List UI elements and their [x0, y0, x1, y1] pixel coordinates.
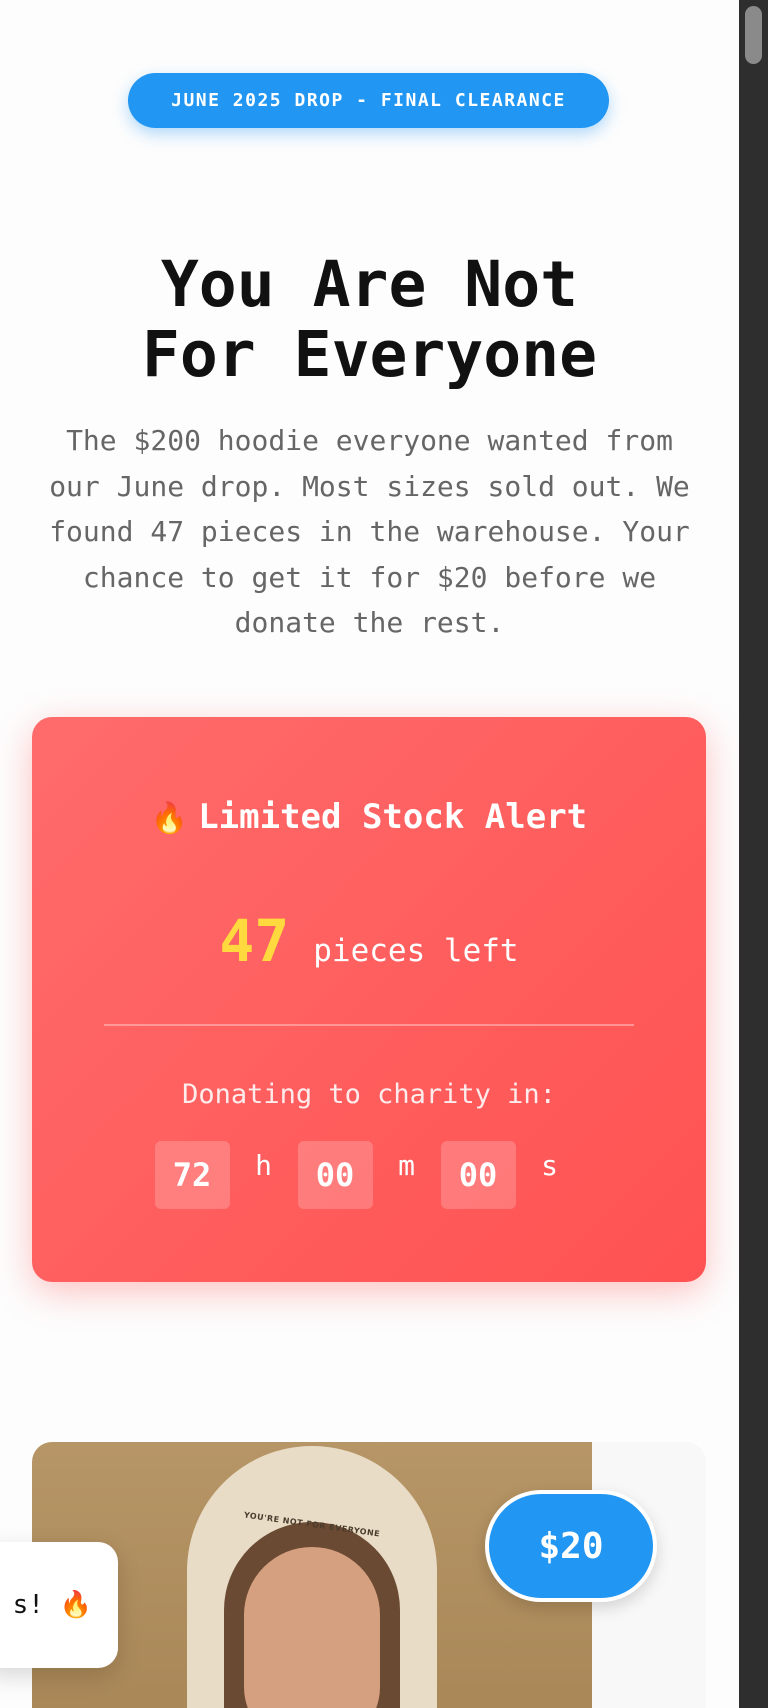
fire-icon: 🔥 [59, 1590, 92, 1620]
alert-divider [104, 1024, 634, 1026]
scrollbar-thumb[interactable] [745, 6, 762, 64]
page-scrollbar[interactable] [739, 0, 768, 1708]
model-face [244, 1547, 380, 1708]
price-badge[interactable]: $20 [485, 1490, 657, 1602]
toast-text: s! 🔥 [13, 1590, 92, 1620]
stock-alert-card: 🔥 Limited Stock Alert 47 pieces left Dona… [32, 717, 706, 1282]
donate-countdown-label: Donating to charity in: [182, 1079, 556, 1110]
landing-page: JUNE 2025 DROP - FINAL CLEARANCE You Are… [0, 0, 739, 1708]
hero-description: The $200 hoodie everyone wanted from our… [49, 424, 690, 639]
countdown-timer: 72 h 00 m 00 s [32, 1141, 706, 1209]
title-line-1: You Are Not [160, 248, 579, 321]
toast-message: s! [12, 1590, 60, 1620]
stock-count: 47 [219, 907, 290, 975]
stock-counter: 47 pieces left [32, 907, 706, 975]
title-line-2: For Everyone [141, 318, 598, 391]
timer-hours: 72 [154, 1141, 230, 1209]
purchase-toast[interactable]: s! 🔥 [0, 1542, 118, 1668]
alert-title-text: Limited Stock Alert [198, 797, 588, 837]
alert-title: 🔥 Limited Stock Alert [32, 797, 706, 837]
timer-seconds: 00 [440, 1141, 516, 1209]
stock-label: pieces left [313, 933, 519, 969]
price-label: $20 [538, 1525, 604, 1567]
drop-badge: JUNE 2025 DROP - FINAL CLEARANCE [128, 73, 609, 128]
fire-icon: 🔥 [150, 801, 189, 836]
timer-seconds-unit: s [541, 1149, 558, 1182]
timer-hours-unit: h [255, 1149, 272, 1182]
timer-minutes: 00 [297, 1141, 373, 1209]
timer-minutes-unit: m [398, 1149, 415, 1182]
page-title: You Are Not For Everyone [40, 250, 699, 390]
drop-badge-label: JUNE 2025 DROP - FINAL CLEARANCE [171, 90, 566, 111]
